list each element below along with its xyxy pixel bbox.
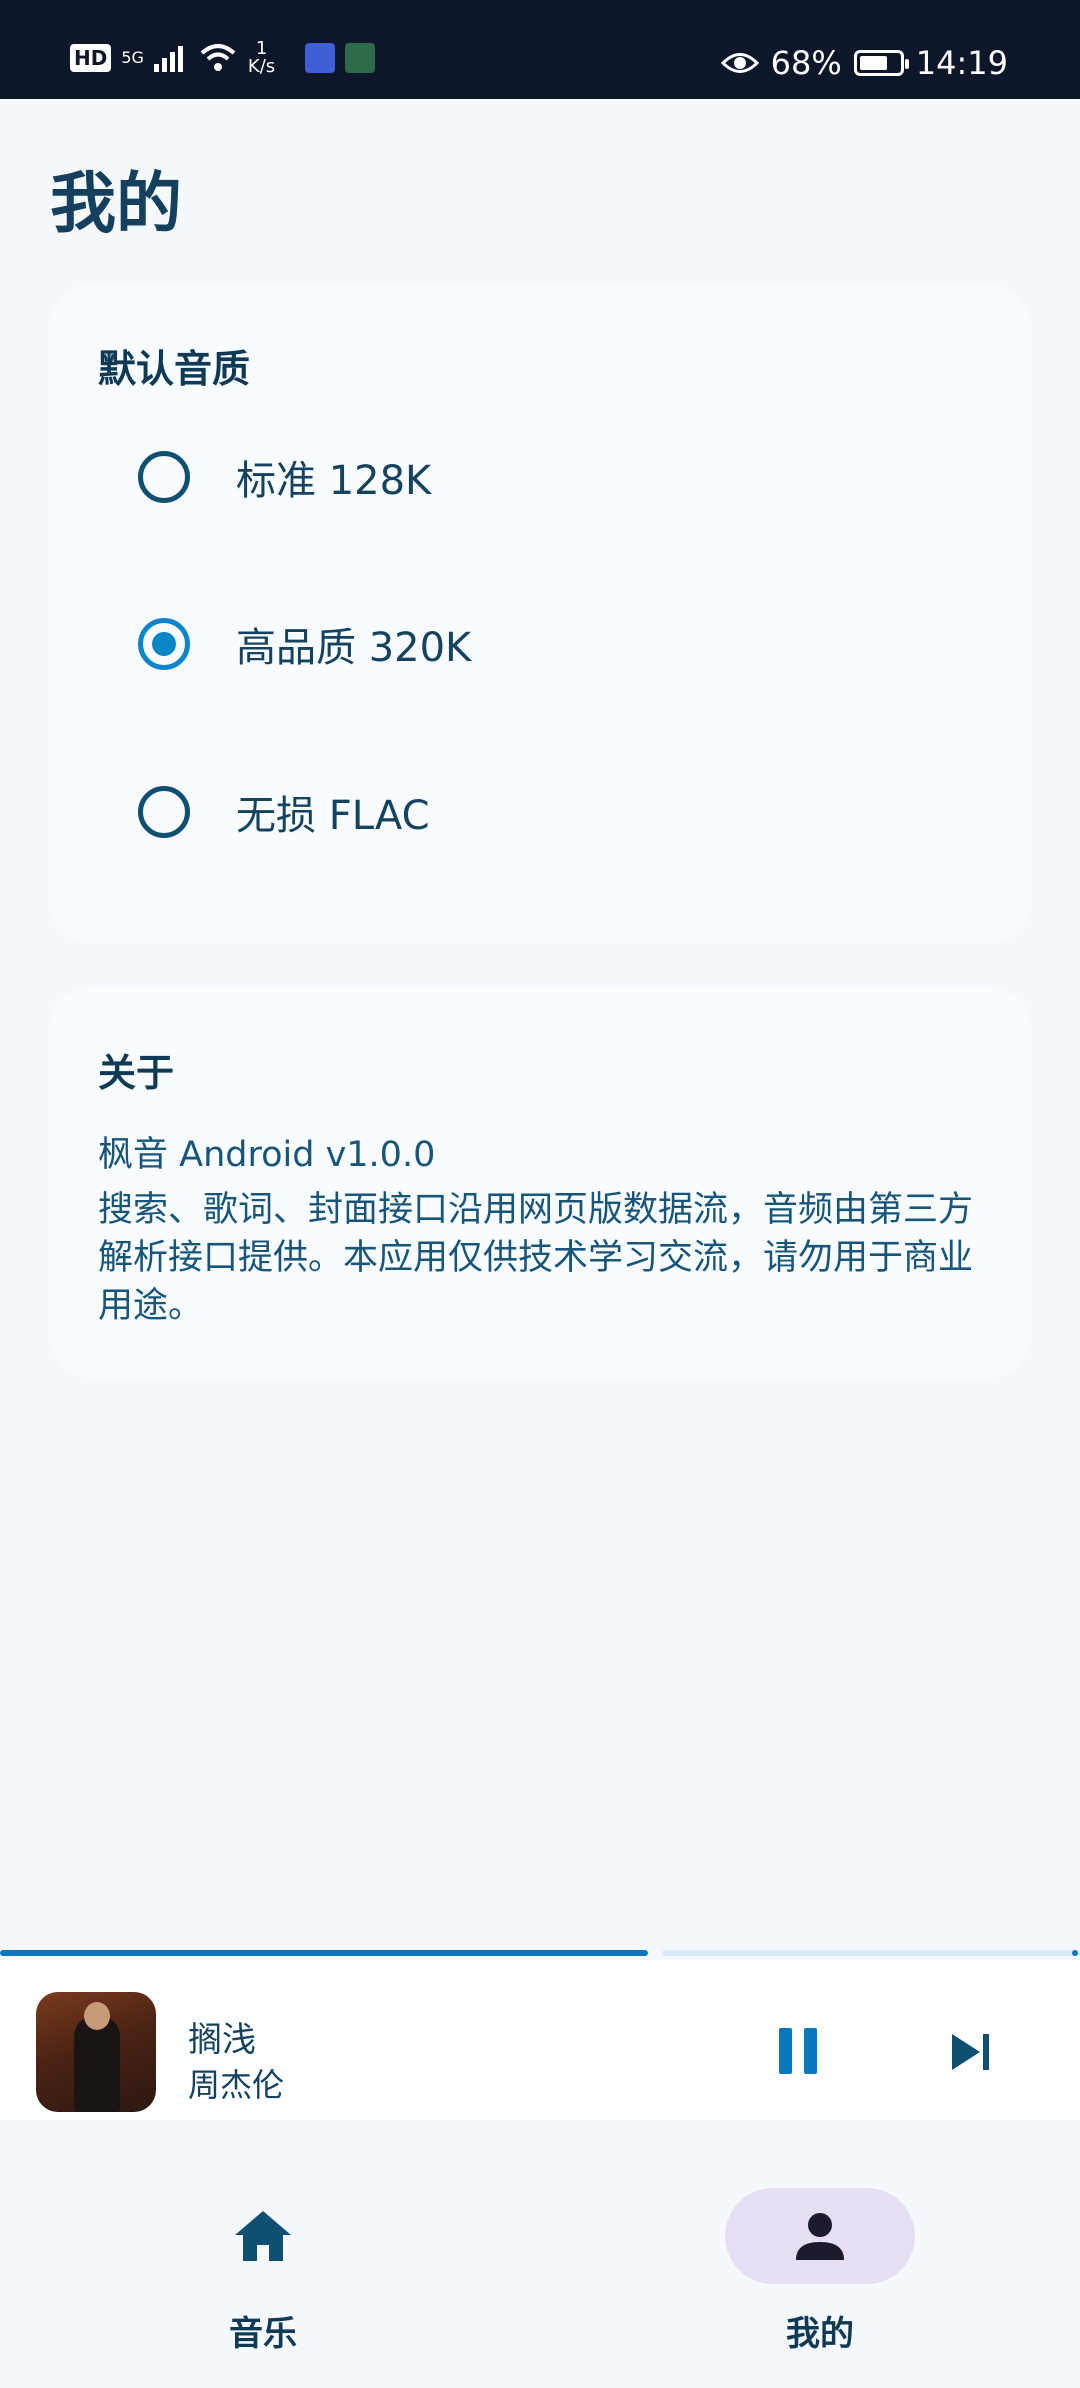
speed-unit: K/s bbox=[247, 56, 276, 77]
status-bar: HD 5G 1 K/s 68% 14:19 bbox=[0, 0, 1080, 99]
pause-icon bbox=[779, 2028, 792, 2074]
status-right: 68% 14:19 bbox=[720, 44, 1008, 82]
wifi-icon bbox=[200, 44, 236, 71]
radio-unchecked-icon[interactable] bbox=[138, 786, 190, 838]
quality-option-standard[interactable]: 标准 128K bbox=[138, 437, 431, 517]
about-description: 搜索、歌词、封面接口沿用网页版数据流，音频由第三方解析接口提供。本应用仅供技术学… bbox=[98, 1190, 974, 1326]
hd-indicator: HD bbox=[70, 44, 112, 72]
status-left: HD 5G 1 K/s bbox=[70, 40, 376, 76]
page-title: 我的 bbox=[50, 165, 182, 242]
bottom-navigation: 音乐 我的 bbox=[0, 2160, 1080, 2388]
next-button[interactable] bbox=[950, 2032, 994, 2072]
quality-card-title: 默认音质 bbox=[98, 347, 251, 391]
app-notification-icon bbox=[305, 43, 336, 73]
person-icon bbox=[796, 2213, 844, 2260]
quality-option-label: 无损 FLAC bbox=[236, 793, 430, 839]
app-version: 枫音 Android v1.0.0 bbox=[98, 1135, 436, 1175]
battery-icon bbox=[853, 50, 909, 76]
album-cover[interactable] bbox=[36, 1992, 156, 2112]
signal-icon bbox=[153, 46, 183, 72]
eye-icon bbox=[720, 53, 759, 73]
quality-option-lossless[interactable]: 无损 FLAC bbox=[138, 772, 430, 852]
nav-item-music[interactable]: 音乐 bbox=[163, 2188, 363, 2355]
pause-button[interactable] bbox=[776, 2028, 820, 2076]
nav-pill bbox=[168, 2188, 358, 2284]
nav-label-mine: 我的 bbox=[786, 2314, 854, 2354]
skip-next-icon bbox=[952, 2034, 989, 2070]
battery-percent: 68% bbox=[770, 44, 842, 82]
nav-item-mine[interactable]: 我的 bbox=[720, 2188, 920, 2355]
network-gen: 5G bbox=[121, 48, 144, 67]
home-icon bbox=[235, 2211, 291, 2261]
playback-progress-bar[interactable] bbox=[0, 1950, 1080, 1956]
song-title: 搁浅 bbox=[188, 2020, 256, 2060]
clock: 14:19 bbox=[915, 44, 1008, 82]
progress-remaining bbox=[662, 1950, 1080, 1956]
nav-label-music: 音乐 bbox=[229, 2314, 297, 2354]
avatar-notification-icon bbox=[345, 43, 376, 73]
quality-card: 默认音质 标准 128K 高品质 320K 无损 FLAC bbox=[48, 284, 1032, 944]
quality-option-high[interactable]: 高品质 320K bbox=[138, 604, 471, 684]
progress-end-dot bbox=[1072, 1950, 1078, 1956]
network-speed: 1 K/s bbox=[248, 40, 275, 76]
radio-unchecked-icon[interactable] bbox=[138, 451, 190, 503]
nav-pill-selected bbox=[725, 2188, 915, 2284]
progress-fill bbox=[0, 1950, 648, 1956]
about-card-title: 关于 bbox=[98, 1051, 175, 1095]
mini-player[interactable]: 搁浅 周杰伦 bbox=[0, 1960, 1080, 2120]
quality-option-label: 高品质 320K bbox=[236, 625, 472, 671]
quality-option-label: 标准 128K bbox=[236, 458, 432, 504]
about-card: 关于 枫音 Android v1.0.0 搜索、歌词、封面接口沿用网页版数据流，… bbox=[48, 986, 1032, 1378]
song-artist: 周杰伦 bbox=[188, 2066, 285, 2104]
radio-checked-icon[interactable] bbox=[138, 618, 190, 670]
